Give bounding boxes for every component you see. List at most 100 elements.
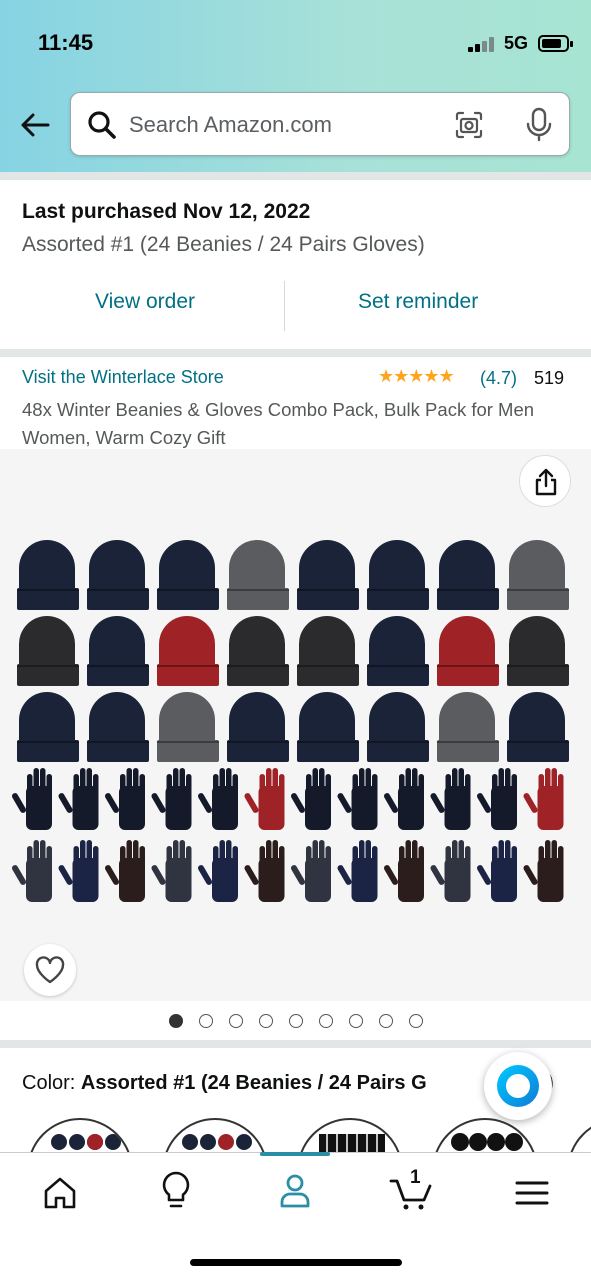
review-count[interactable]: 519 [534,368,564,389]
lightbulb-icon [162,1171,190,1208]
glove [12,840,52,902]
search-bar[interactable] [70,92,570,156]
beanie [17,540,79,610]
product-title: 48x Winter Beanies & Gloves Combo Pack, … [22,399,535,448]
pager-dot[interactable] [169,1014,183,1028]
section-divider [0,172,591,180]
beanie [437,616,499,686]
glove [337,840,378,902]
glove [58,768,99,830]
view-order-button[interactable]: View order [95,290,195,314]
cart-count: 1 [410,1167,421,1188]
header: 11:45 5G [0,0,591,172]
hamburger-menu-icon [515,1181,549,1205]
back-arrow-icon[interactable] [18,108,52,142]
beanie [367,692,429,762]
last-purchased-variant: Assorted #1 (24 Beanies / 24 Pairs Glove… [22,233,425,256]
pager-dot[interactable] [289,1014,303,1028]
glove [384,768,424,830]
pager-dot[interactable] [259,1014,273,1028]
glove [430,768,471,830]
home-icon [44,1177,76,1209]
glove [12,768,52,830]
pager-dot[interactable] [229,1014,243,1028]
tab-account[interactable] [275,1171,315,1211]
tab-inspire[interactable] [156,1169,196,1209]
color-swatch[interactable] [567,1118,591,1154]
beanie [227,616,289,686]
beanie [507,540,569,610]
color-swatch[interactable] [297,1118,403,1154]
camera-icon[interactable] [454,110,484,140]
tab-home[interactable] [40,1173,80,1213]
last-purchased-title: Last purchased Nov 12, 2022 [22,200,311,223]
glove [430,840,471,902]
beanie [297,616,359,686]
battery-icon [538,35,573,52]
status-time: 11:45 [38,30,94,55]
beanie [157,692,219,762]
beanie [297,540,359,610]
star-rating-icon[interactable]: ★★★★★ [378,366,455,387]
beanie [227,540,289,610]
glove [58,840,99,902]
color-value: Assorted #1 (24 Beanies / 24 Pairs G [80,1072,427,1094]
color-swatch[interactable] [162,1118,268,1154]
search-input[interactable] [129,107,429,143]
tab-menu[interactable] [512,1173,552,1213]
beanie [367,540,429,610]
heart-icon [35,956,65,984]
home-indicator [190,1259,402,1266]
color-label: Color: [22,1072,81,1094]
beanie [297,692,359,762]
share-icon [535,468,557,496]
share-button[interactable] [519,455,571,507]
set-reminder-button[interactable]: Set reminder [358,290,478,314]
glove [477,840,517,902]
wishlist-button[interactable] [24,944,76,996]
active-tab-indicator [260,1152,330,1156]
color-swatch[interactable] [432,1118,538,1154]
store-link[interactable]: Visit the Winterlace Store [22,367,224,388]
beanie [437,540,499,610]
glove [151,840,192,902]
glove [198,840,238,902]
glove [198,768,238,830]
glove [523,840,564,902]
alexa-icon[interactable] [484,1052,552,1120]
tab-cart[interactable]: 1 [388,1167,436,1211]
microphone-icon[interactable] [524,107,554,143]
signal-icon [468,36,496,52]
beanie [507,616,569,686]
image-pager[interactable] [0,1012,591,1030]
glove [337,768,378,830]
beanie [87,692,149,762]
status-bar: 11:45 5G [0,0,591,86]
beanie [17,692,79,762]
action-divider [284,281,285,331]
section-divider [0,349,591,357]
glove [384,840,424,902]
beanie [507,692,569,762]
pager-dot[interactable] [319,1014,333,1028]
color-swatches [0,1118,591,1154]
glove [244,840,285,902]
beanie [367,616,429,686]
beanie [17,616,79,686]
glove [105,840,145,902]
pager-dot[interactable] [409,1014,423,1028]
beanie [437,692,499,762]
pager-dot[interactable] [379,1014,393,1028]
pager-dot[interactable] [199,1014,213,1028]
beanie [227,692,289,762]
pager-dot[interactable] [349,1014,363,1028]
color-swatch[interactable] [27,1118,133,1154]
rating-value[interactable]: (4.7) [480,368,517,389]
glove [151,768,192,830]
color-selection: Color: Assorted #1 (24 Beanies / 24 Pair… [22,1072,554,1095]
search-icon [87,110,117,140]
glove [477,768,517,830]
person-icon [280,1174,310,1208]
glove [291,840,331,902]
glove [244,768,285,830]
